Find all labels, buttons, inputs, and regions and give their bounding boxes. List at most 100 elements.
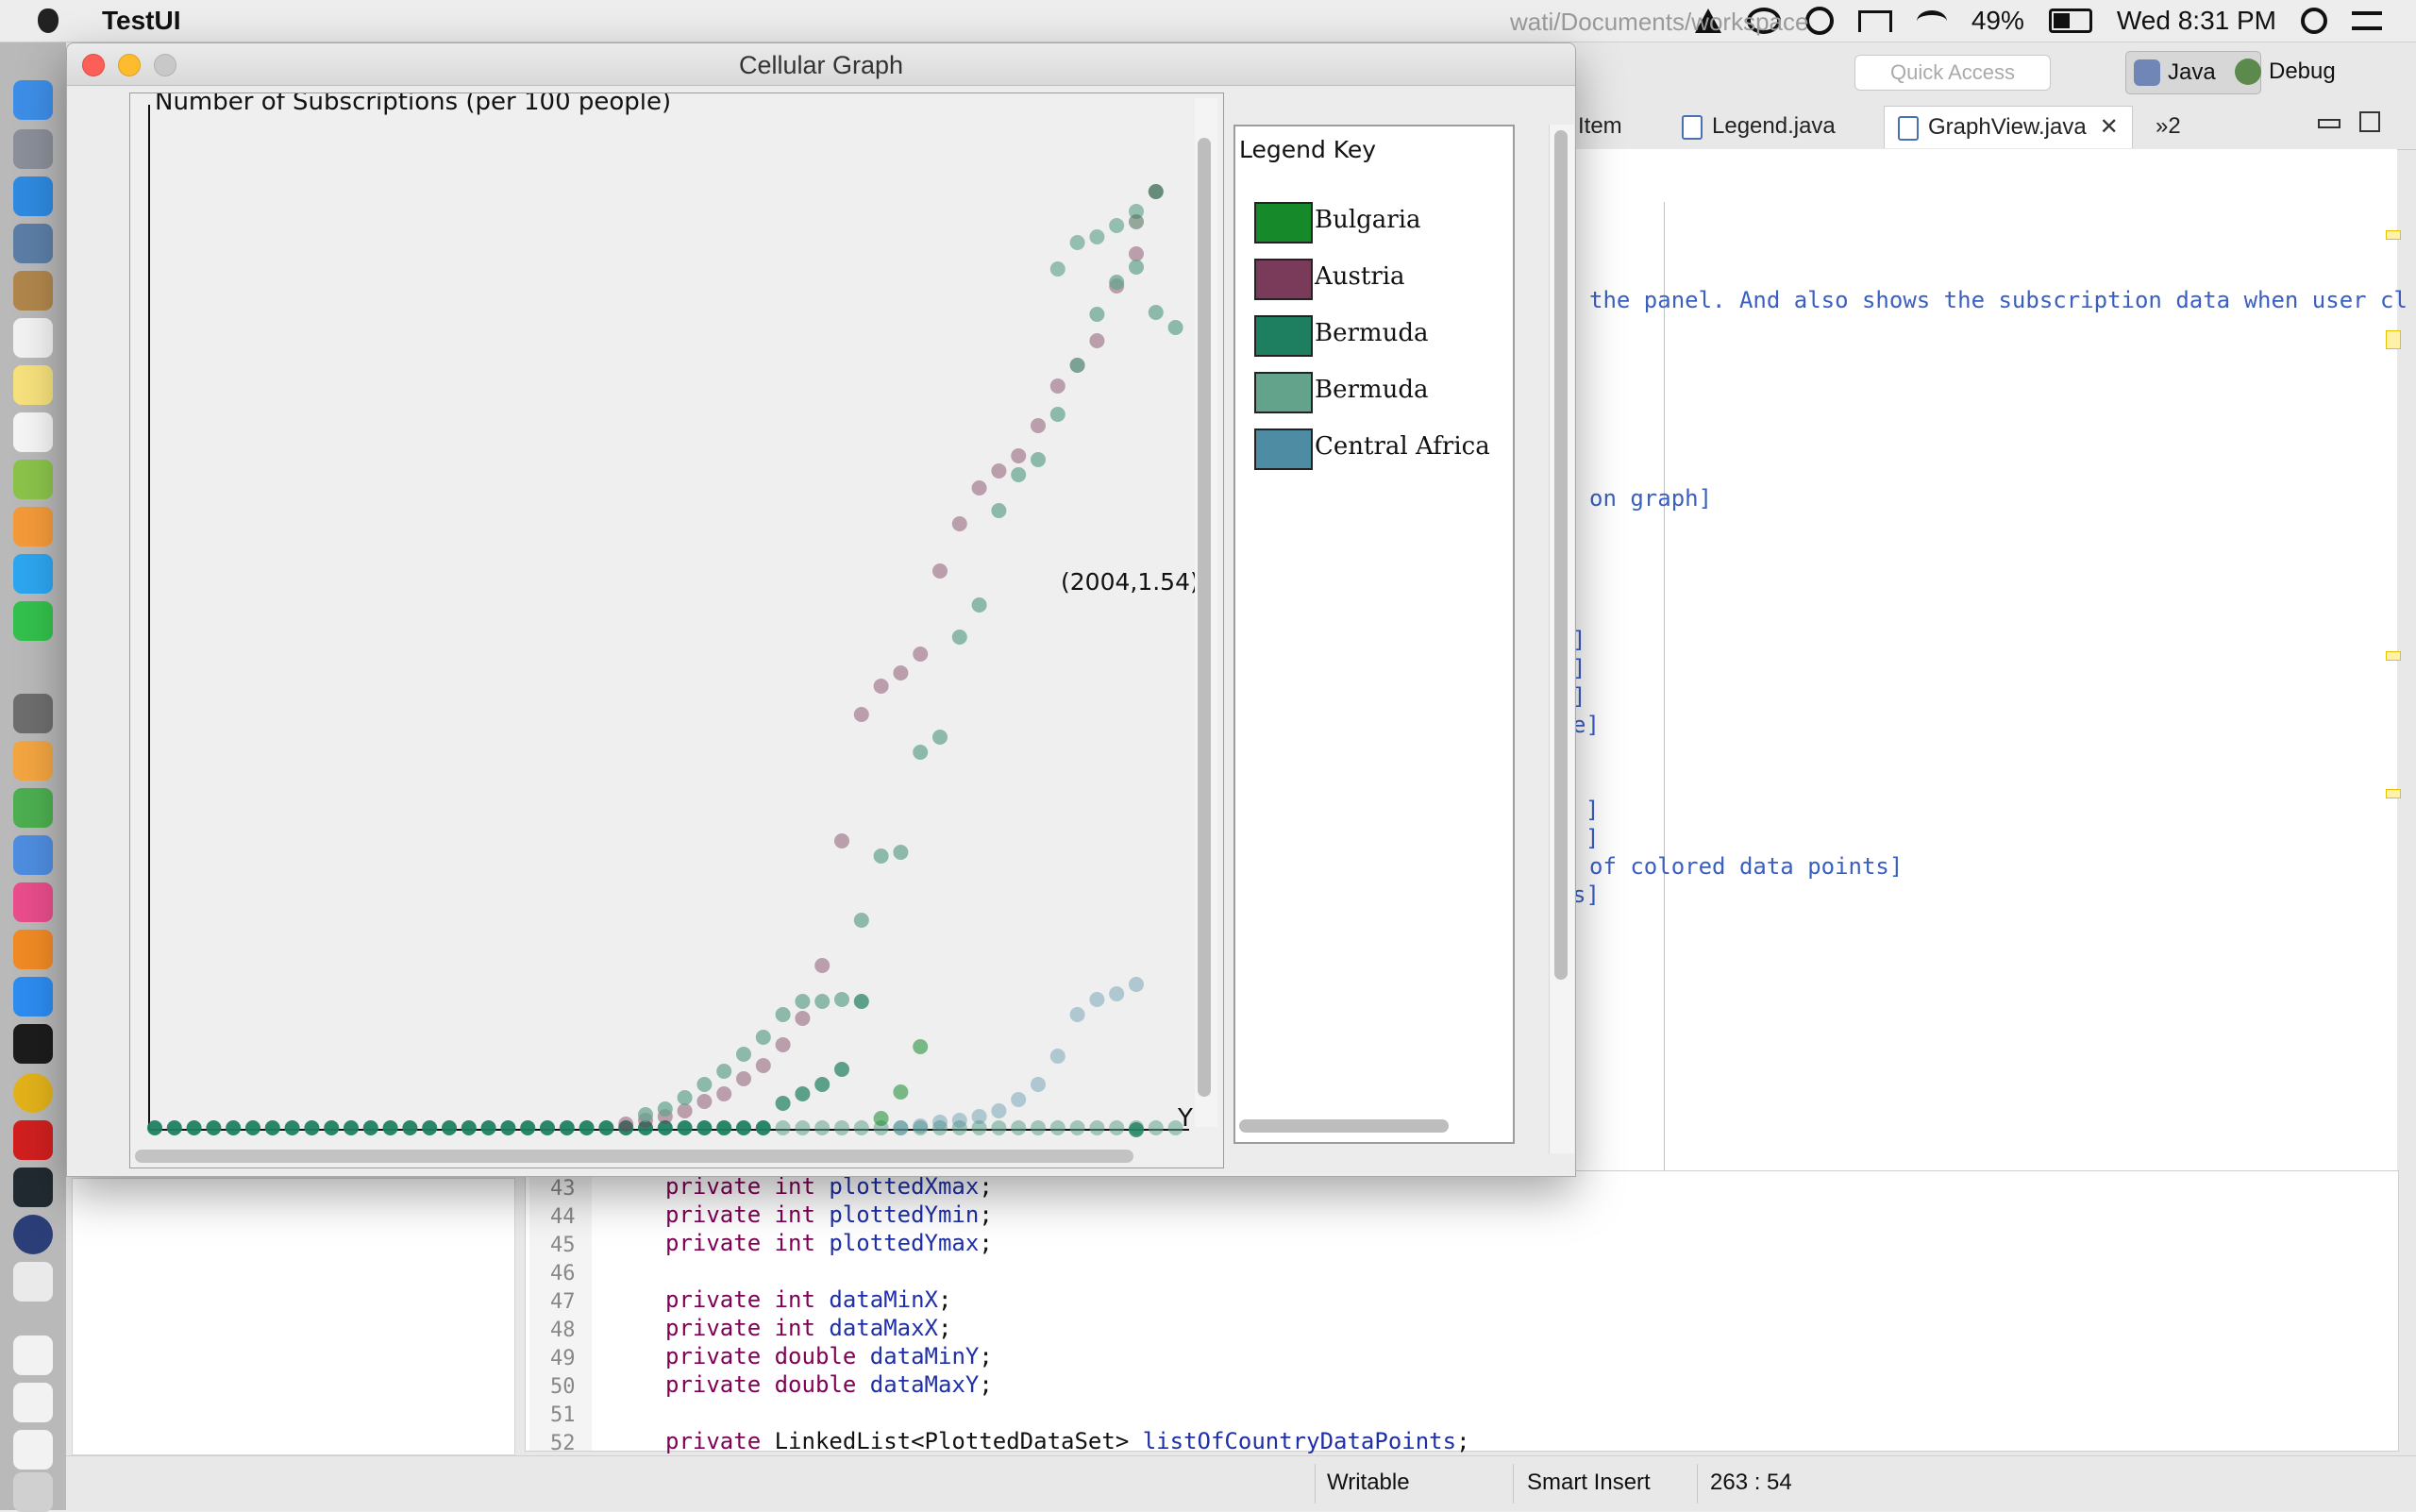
data-point[interactable]	[1167, 320, 1183, 335]
battery-percent[interactable]: 49%	[1971, 6, 2024, 36]
code-editor-lower[interactable]: 43 private int plottedXmax; 44 private int …	[525, 1170, 2399, 1455]
data-point[interactable]	[1011, 1092, 1027, 1107]
document-icon[interactable]	[13, 1336, 53, 1375]
data-point[interactable]	[716, 1086, 732, 1101]
data-point[interactable]	[795, 1011, 811, 1026]
data-point[interactable]	[677, 1090, 693, 1105]
data-point[interactable]	[1109, 1120, 1125, 1135]
data-point[interactable]	[1069, 1007, 1085, 1022]
data-point[interactable]	[1089, 992, 1105, 1007]
data-point[interactable]	[814, 1120, 830, 1135]
java-icon[interactable]	[13, 1262, 53, 1302]
pages-icon[interactable]	[13, 741, 53, 781]
contacts-icon[interactable]	[13, 271, 53, 311]
data-point[interactable]	[853, 1120, 869, 1135]
data-point[interactable]	[1109, 986, 1125, 1001]
ibooks-icon[interactable]	[13, 930, 53, 969]
launchpad-icon[interactable]	[13, 129, 53, 169]
data-point[interactable]	[971, 480, 987, 496]
activity-monitor-icon[interactable]	[13, 1168, 53, 1207]
data-point[interactable]	[677, 1103, 693, 1118]
finder-icon[interactable]	[13, 80, 53, 120]
data-point[interactable]	[598, 1120, 614, 1135]
data-point[interactable]	[618, 1117, 634, 1132]
data-point[interactable]	[893, 1120, 909, 1135]
data-point[interactable]	[206, 1120, 222, 1135]
data-point[interactable]	[264, 1120, 280, 1135]
data-point[interactable]	[951, 630, 967, 645]
notification-center-icon[interactable]	[2352, 11, 2382, 30]
data-point[interactable]	[540, 1120, 555, 1135]
terminal-icon[interactable]	[13, 1024, 53, 1064]
data-point[interactable]	[284, 1120, 300, 1135]
data-point[interactable]	[736, 1071, 751, 1086]
data-point[interactable]	[1129, 214, 1144, 229]
data-point[interactable]	[736, 1047, 751, 1062]
data-point[interactable]	[1148, 1120, 1164, 1135]
data-point[interactable]	[1069, 235, 1085, 250]
messages-icon[interactable]	[13, 554, 53, 594]
safari-icon[interactable]	[13, 176, 53, 216]
reminders-icon[interactable]	[13, 412, 53, 452]
data-point[interactable]	[873, 679, 889, 694]
data-point[interactable]	[362, 1120, 378, 1135]
data-point[interactable]	[893, 1084, 909, 1100]
data-point[interactable]	[853, 913, 869, 928]
close-tab-icon[interactable]: ✕	[2100, 107, 2119, 148]
pdf-icon[interactable]	[13, 1120, 53, 1160]
system-preferences-icon[interactable]	[13, 694, 53, 733]
debug-perspective-button[interactable]: Debug	[2227, 51, 2391, 92]
clock[interactable]: Wed 8:31 PM	[2117, 6, 2276, 36]
data-point[interactable]	[755, 1058, 771, 1073]
data-point[interactable]	[1011, 467, 1027, 482]
calendar-icon[interactable]	[13, 318, 53, 358]
data-point[interactable]	[834, 992, 849, 1007]
data-point[interactable]	[1129, 260, 1144, 275]
scatter-plot[interactable]: Number of Subscriptions (per 100 people)…	[130, 93, 1223, 1168]
data-point[interactable]	[1129, 246, 1144, 261]
data-point[interactable]	[775, 1037, 791, 1052]
data-point[interactable]	[951, 1113, 967, 1128]
data-point[interactable]	[893, 665, 909, 680]
tab-graphview-java[interactable]: GraphView.java ✕	[1884, 106, 2133, 148]
data-point[interactable]	[579, 1120, 595, 1135]
wifi-icon[interactable]	[1916, 9, 1947, 32]
data-point[interactable]	[1031, 418, 1046, 433]
data-point[interactable]	[853, 994, 869, 1009]
data-point[interactable]	[1109, 218, 1125, 233]
data-point[interactable]	[696, 1077, 713, 1092]
data-point[interactable]	[1069, 1120, 1085, 1135]
trash-icon[interactable]	[13, 1472, 53, 1512]
data-point[interactable]	[834, 833, 849, 848]
data-point[interactable]	[716, 1064, 732, 1079]
data-point[interactable]	[814, 958, 830, 973]
data-point[interactable]	[991, 503, 1007, 518]
data-point[interactable]	[971, 1109, 987, 1124]
data-point[interactable]	[500, 1120, 516, 1135]
maps-icon[interactable]	[13, 460, 53, 499]
data-point[interactable]	[716, 1120, 732, 1135]
numbers-icon[interactable]	[13, 788, 53, 828]
data-point[interactable]	[147, 1120, 162, 1135]
data-point[interactable]	[324, 1120, 340, 1135]
app-store-icon[interactable]	[13, 977, 53, 1016]
data-point[interactable]	[932, 1115, 948, 1130]
minimize-editor-icon[interactable]	[2318, 119, 2340, 128]
battery-icon[interactable]	[2048, 8, 2092, 33]
data-point[interactable]	[657, 1101, 673, 1117]
spotlight-search-icon[interactable]	[2301, 8, 2327, 34]
data-point[interactable]	[1031, 452, 1046, 467]
data-point[interactable]	[1049, 1049, 1065, 1064]
data-point[interactable]	[1049, 378, 1065, 394]
data-point[interactable]	[913, 1039, 929, 1054]
document-icon[interactable]	[13, 1430, 53, 1470]
data-point[interactable]	[736, 1120, 751, 1135]
data-point[interactable]	[932, 730, 948, 745]
data-point[interactable]	[775, 1120, 791, 1135]
data-point[interactable]	[1089, 1120, 1105, 1135]
mail-icon[interactable]	[13, 224, 53, 263]
graph-panel[interactable]: Number of Subscriptions (per 100 people)…	[129, 92, 1224, 1168]
data-point[interactable]	[677, 1120, 693, 1135]
data-point[interactable]	[1031, 1120, 1046, 1135]
data-point[interactable]	[166, 1120, 182, 1135]
